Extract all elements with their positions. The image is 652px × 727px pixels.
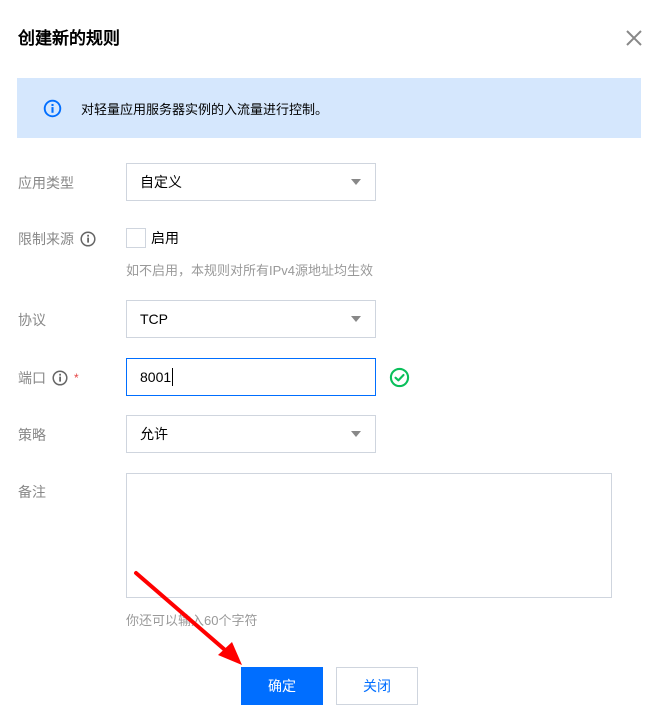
policy-label: 策略 [18,425,46,445]
remark-label: 备注 [18,482,46,502]
protocol-value: TCP [140,311,168,327]
chevron-down-icon [351,179,361,185]
help-info-icon[interactable] [80,231,96,247]
notice-text: 对轻量应用服务器实例的入流量进行控制。 [81,101,329,117]
dialog-title: 创建新的规则 [18,29,120,48]
text-cursor [172,368,174,386]
app-type-select[interactable]: 自定义 [126,163,376,201]
remark-label-text: 备注 [18,484,46,500]
protocol-label-text: 协议 [18,312,46,328]
source-limit-label: 限制来源 [18,229,96,249]
remark-char-count-hint: 你还可以输入60个字符 [126,613,258,628]
port-label-text: 端口 [18,370,46,386]
source-limit-hint: 如不启用，本规则对所有IPv4源地址均生效 [126,263,374,278]
app-type-label: 应用类型 [18,173,74,193]
policy-select[interactable]: 允许 [126,415,376,453]
remark-textarea[interactable] [126,473,612,598]
port-value: 8001 [140,369,172,385]
chevron-down-icon [351,316,361,322]
checkbox-label: 启用 [151,230,179,246]
info-notice: 对轻量应用服务器实例的入流量进行控制。 [17,78,641,138]
close-dialog-button[interactable]: 关闭 [336,667,418,705]
create-rule-dialog: 创建新的规则 对轻量应用服务器实例的入流量进行控制。 应用类型 自定义 限制来源 [0,0,652,727]
info-icon [43,99,62,118]
arrow-head-icon [218,642,242,665]
port-input[interactable]: 8001 [126,358,376,396]
enable-source-limit-checkbox[interactable]: 启用 [126,228,179,248]
port-label: 端口 * [18,368,79,388]
policy-label-text: 策略 [18,427,46,443]
protocol-select[interactable]: TCP [126,300,376,338]
source-limit-label-text: 限制来源 [18,231,74,247]
help-info-icon[interactable] [52,370,68,386]
app-type-value: 自定义 [140,174,182,190]
checkbox-box[interactable] [126,228,146,248]
required-mark: * [74,371,79,385]
app-type-label-text: 应用类型 [18,175,74,191]
protocol-label: 协议 [18,310,46,330]
close-icon [626,30,642,46]
policy-value: 允许 [140,426,168,442]
check-circle-icon [389,367,410,388]
chevron-down-icon [351,431,361,437]
close-button[interactable] [622,26,646,50]
confirm-button[interactable]: 确定 [241,667,323,705]
